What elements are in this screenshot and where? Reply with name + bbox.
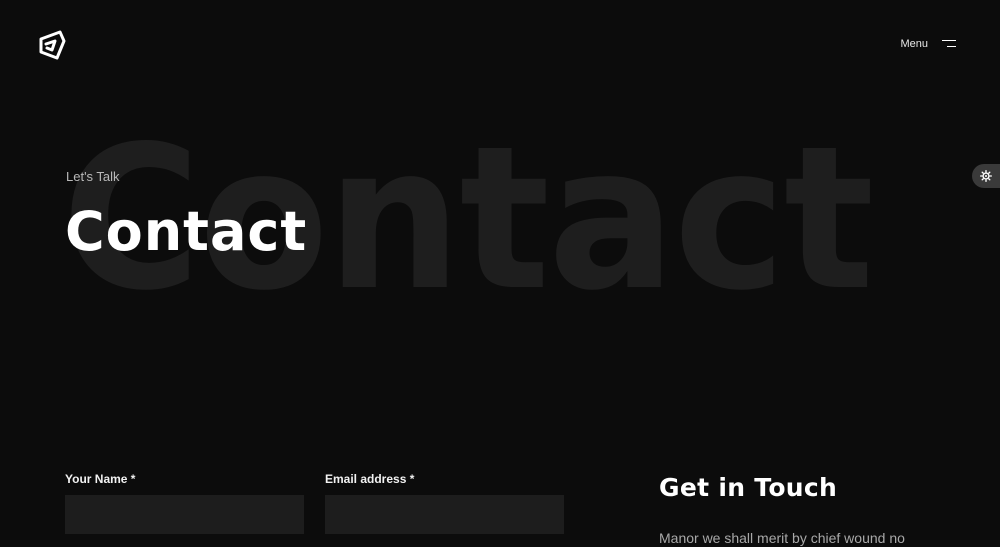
name-label: Your Name * [65, 472, 136, 486]
get-in-touch-text: Manor we shall merit by chief wound no [659, 530, 905, 546]
menu-button[interactable]: Menu [900, 38, 956, 50]
settings-toggle[interactable] [972, 164, 1000, 188]
menu-label: Menu [900, 38, 928, 50]
gear-icon [980, 170, 992, 182]
hamburger-icon[interactable] [942, 39, 956, 49]
name-field[interactable] [65, 495, 304, 534]
email-label: Email address * [325, 472, 415, 486]
page-title: Contact [65, 200, 308, 263]
get-in-touch-title: Get in Touch [659, 473, 838, 502]
email-field[interactable] [325, 495, 564, 534]
page-eyebrow: Let's Talk [66, 169, 120, 184]
brand-logo-icon[interactable] [33, 27, 69, 63]
